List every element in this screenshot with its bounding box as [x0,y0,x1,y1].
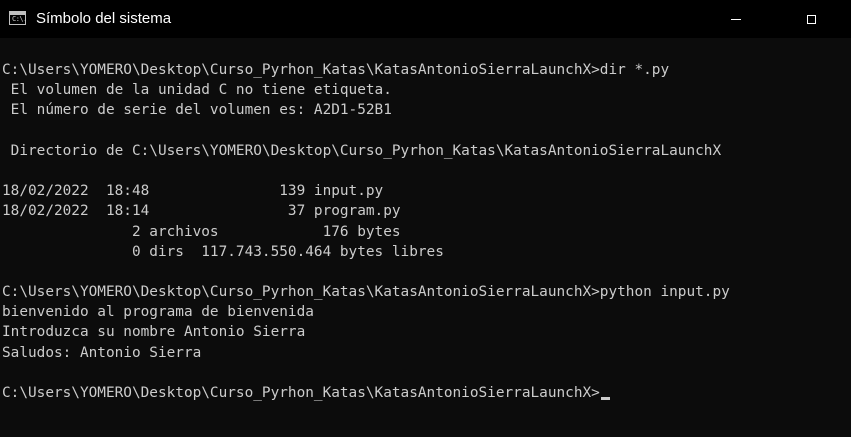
cmd-icon[interactable]: C:\. [9,11,27,25]
minimize-button[interactable] [713,0,759,38]
console-line: 0 dirs 117.743.550.464 bytes libres [2,243,444,260]
console-line: C:\Users\YOMERO\Desktop\Curso_Pyrhon_Kat… [2,62,670,78]
console-line: bienvenido al programa de bienvenida [2,304,314,321]
maximize-button[interactable] [788,0,834,38]
console-line: Directorio de C:\Users\YOMERO\Desktop\Cu… [2,142,722,159]
minimize-icon [731,18,741,20]
console-prompt: C:\Users\YOMERO\Desktop\Curso_Pyrhon_Kat… [2,385,600,401]
command-prompt-window: C:\. Símbolo del sistema C:\Users\YOMERO… [0,0,851,437]
console-line: El número de serie del volumen es: A2D1-… [2,102,392,119]
console-line: C:\Users\YOMERO\Desktop\Curso_Pyrhon_Kat… [2,284,730,301]
window-title: Símbolo del sistema [36,10,172,27]
cmd-icon-glyph: C:\. [12,15,27,23]
console-lines: C:\Users\YOMERO\Desktop\Curso_Pyrhon_Kat… [2,60,730,403]
console-line: Saludos: Antonio Sierra [2,344,202,361]
console-line: El volumen de la unidad C no tiene etiqu… [2,82,392,99]
console-line: 18/02/2022 18:14 37 program.py [2,203,401,220]
console-line: 18/02/2022 18:48 139 input.py [2,183,384,200]
text-cursor [600,397,610,400]
console-output[interactable]: C:\Users\YOMERO\Desktop\Curso_Pyrhon_Kat… [0,38,851,437]
title-bar[interactable]: C:\. Símbolo del sistema [0,0,851,38]
console-prompt-line[interactable]: C:\Users\YOMERO\Desktop\Curso_Pyrhon_Kat… [2,383,730,403]
console-line: 2 archivos 176 bytes [2,223,401,240]
maximize-icon [806,14,816,24]
console-line: Introduzca su nombre Antonio Sierra [2,324,306,341]
